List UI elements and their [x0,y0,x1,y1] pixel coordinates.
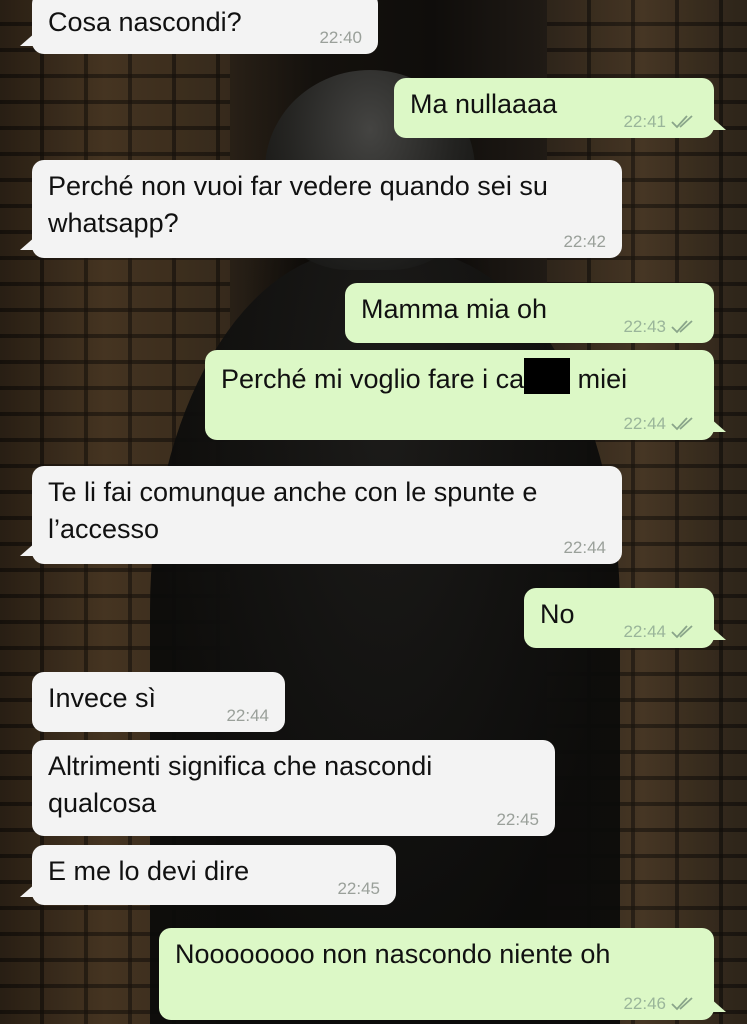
message-text-line: Altrimenti significa che [48,751,317,781]
message-bubble-incoming[interactable]: Altrimenti significa che nascondi qualco… [32,740,555,836]
message-text: E me lo devi dire [48,856,250,886]
message-time: 22:42 [563,232,606,251]
double-check-icon [670,319,698,335]
message-text: miei [570,364,628,394]
double-check-icon [670,996,698,1012]
message-time: 22:44 [226,706,269,725]
message-text: No [540,599,575,629]
message-text-line: Te li fai comunque anche con le [48,477,427,507]
message-text: Ma nullaaaa [410,89,558,119]
message-time: 22:41 [623,112,666,131]
message-bubble-incoming[interactable]: Cosa nascondi? 22:40 [20,0,378,54]
message-time: 22:44 [563,538,606,557]
message-time: 22:44 [623,622,666,641]
double-check-icon [670,624,698,640]
message-text-line: Perché non vuoi far vedere quando sei [48,171,512,201]
message-bubble-incoming[interactable]: Perché non vuoi far vedere quando sei su… [20,160,622,258]
message-text: Perché mi voglio fare i ca [221,364,525,394]
message-time: 22:40 [319,28,362,47]
message-bubble-outgoing[interactable]: Perché mi voglio fare i ca miei 22:44 [205,350,726,440]
message-time: 22:45 [496,810,539,829]
redaction-box [524,358,571,394]
message-bubble-outgoing[interactable]: Noooooooo non nascondo niente oh 22:46 [159,928,726,1020]
message-bubble-incoming[interactable]: Te li fai comunque anche con le spunte e… [20,466,622,564]
chat-window: Cosa nascondi? 22:40 Ma nullaaaa 22:41 P… [0,0,747,1024]
message-text: Invece sì [48,683,157,713]
message-bubble-incoming[interactable]: Invece sì 22:44 [32,672,285,732]
message-time: 22:43 [623,317,666,336]
message-bubble-incoming[interactable]: E me lo devi dire 22:45 [20,845,396,905]
message-bubble-outgoing[interactable]: Ma nullaaaa 22:41 [394,78,726,138]
double-check-icon [670,114,698,130]
message-bubble-outgoing[interactable]: No 22:44 [524,588,726,648]
message-text: Cosa nascondi? [48,7,242,37]
message-text: Mamma mia oh [361,294,548,324]
message-text: Noooooooo non nascondo niente oh [175,939,611,969]
message-time: 22:45 [337,879,380,898]
message-bubble-outgoing[interactable]: Mamma mia oh 22:43 [345,283,714,343]
double-check-icon [670,416,698,432]
message-time: 22:46 [623,994,666,1013]
message-time: 22:44 [623,414,666,433]
